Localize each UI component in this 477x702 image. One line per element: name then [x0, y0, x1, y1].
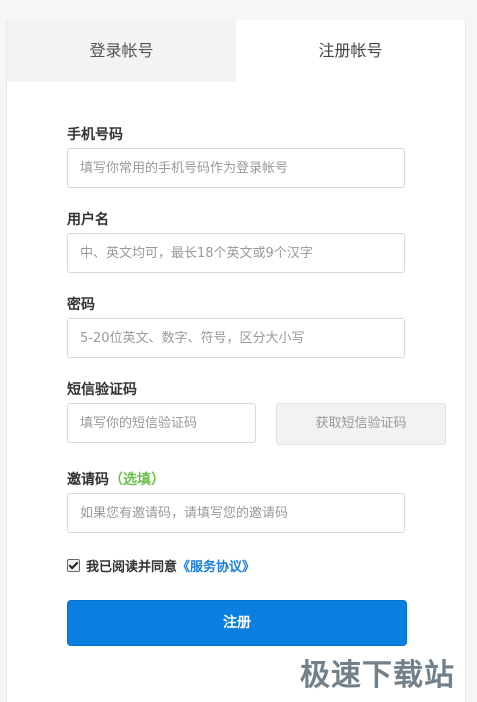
sms-code-input[interactable]	[68, 404, 253, 442]
optional-tag: （选填）	[109, 472, 165, 488]
invite-label-row: 邀请码（选填）	[67, 469, 165, 489]
register-card: 登录帐号 注册帐号 手机号码 用户名 密码 短信验证码 获取短信验证码 邀请码（…	[6, 20, 466, 702]
username-label: 用户名	[67, 212, 109, 228]
agreement-row: 我已阅读并同意 《服务协议》	[67, 556, 255, 575]
get-sms-code-button[interactable]: 获取短信验证码	[276, 403, 446, 445]
sms-label: 短信验证码	[67, 382, 137, 398]
agreement-checkbox[interactable]	[67, 559, 80, 572]
password-label: 密码	[67, 297, 95, 313]
service-agreement-link[interactable]: 《服务协议》	[177, 556, 255, 575]
invite-code-input[interactable]	[68, 494, 402, 532]
tab-register[interactable]: 注册帐号	[236, 20, 465, 82]
sms-field-box	[67, 403, 256, 443]
phone-field-box	[67, 148, 405, 188]
tab-login[interactable]: 登录帐号	[7, 20, 236, 82]
agreement-text: 我已阅读并同意	[86, 560, 178, 575]
password-input[interactable]	[68, 319, 402, 357]
phone-label: 手机号码	[67, 127, 123, 143]
watermark-logo: 极速下载站	[300, 658, 455, 693]
invite-field-box	[67, 493, 405, 533]
tab-bar: 登录帐号 注册帐号	[7, 20, 465, 82]
register-submit-button[interactable]: 注册	[67, 600, 407, 646]
invite-label: 邀请码	[67, 472, 109, 488]
phone-input[interactable]	[68, 149, 402, 187]
password-field-box	[67, 318, 405, 358]
username-input[interactable]	[68, 234, 402, 272]
username-field-box	[67, 233, 405, 273]
